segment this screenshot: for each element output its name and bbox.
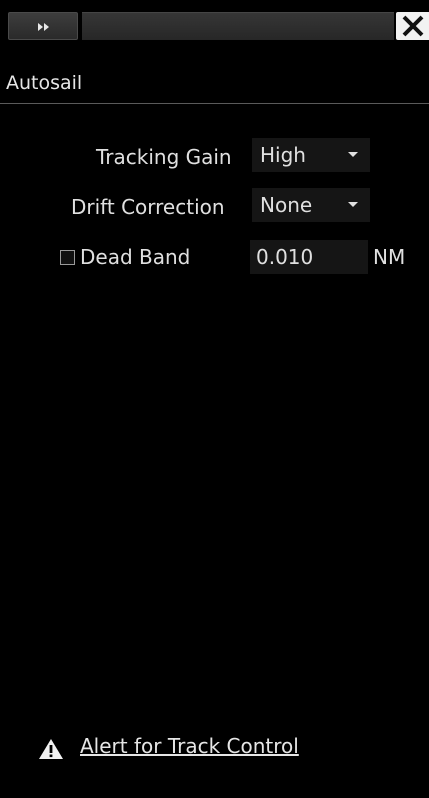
panel-title: Autosail xyxy=(6,72,83,94)
tracking-gain-label: Tracking Gain xyxy=(96,145,232,169)
tracking-gain-value: High xyxy=(260,143,306,167)
panel-header: Autosail xyxy=(0,64,429,104)
chevron-down-icon xyxy=(348,202,358,207)
autosail-panel: Autosail Tracking Gain High Drift Correc… xyxy=(0,0,429,798)
toolbar-drag-area[interactable] xyxy=(82,12,394,40)
close-icon xyxy=(402,15,424,37)
panel-toolbar xyxy=(0,0,429,64)
warning-icon xyxy=(39,739,63,759)
close-button[interactable] xyxy=(396,12,429,40)
tracking-gain-select[interactable]: High xyxy=(252,138,370,172)
dead-band-value: 0.010 xyxy=(256,245,314,269)
expand-button[interactable] xyxy=(8,12,78,40)
dead-band-label[interactable]: Dead Band xyxy=(80,245,190,269)
drift-correction-value: None xyxy=(260,193,313,217)
chevron-down-icon xyxy=(348,152,358,157)
dead-band-checkbox[interactable] xyxy=(60,250,75,265)
double-chevron-right-icon xyxy=(38,23,49,31)
alert-for-track-control-link[interactable]: Alert for Track Control xyxy=(80,734,299,758)
dead-band-input[interactable]: 0.010 xyxy=(250,240,368,274)
dead-band-unit: NM xyxy=(373,245,406,269)
drift-correction-label: Drift Correction xyxy=(71,195,225,219)
drift-correction-select[interactable]: None xyxy=(252,188,370,222)
